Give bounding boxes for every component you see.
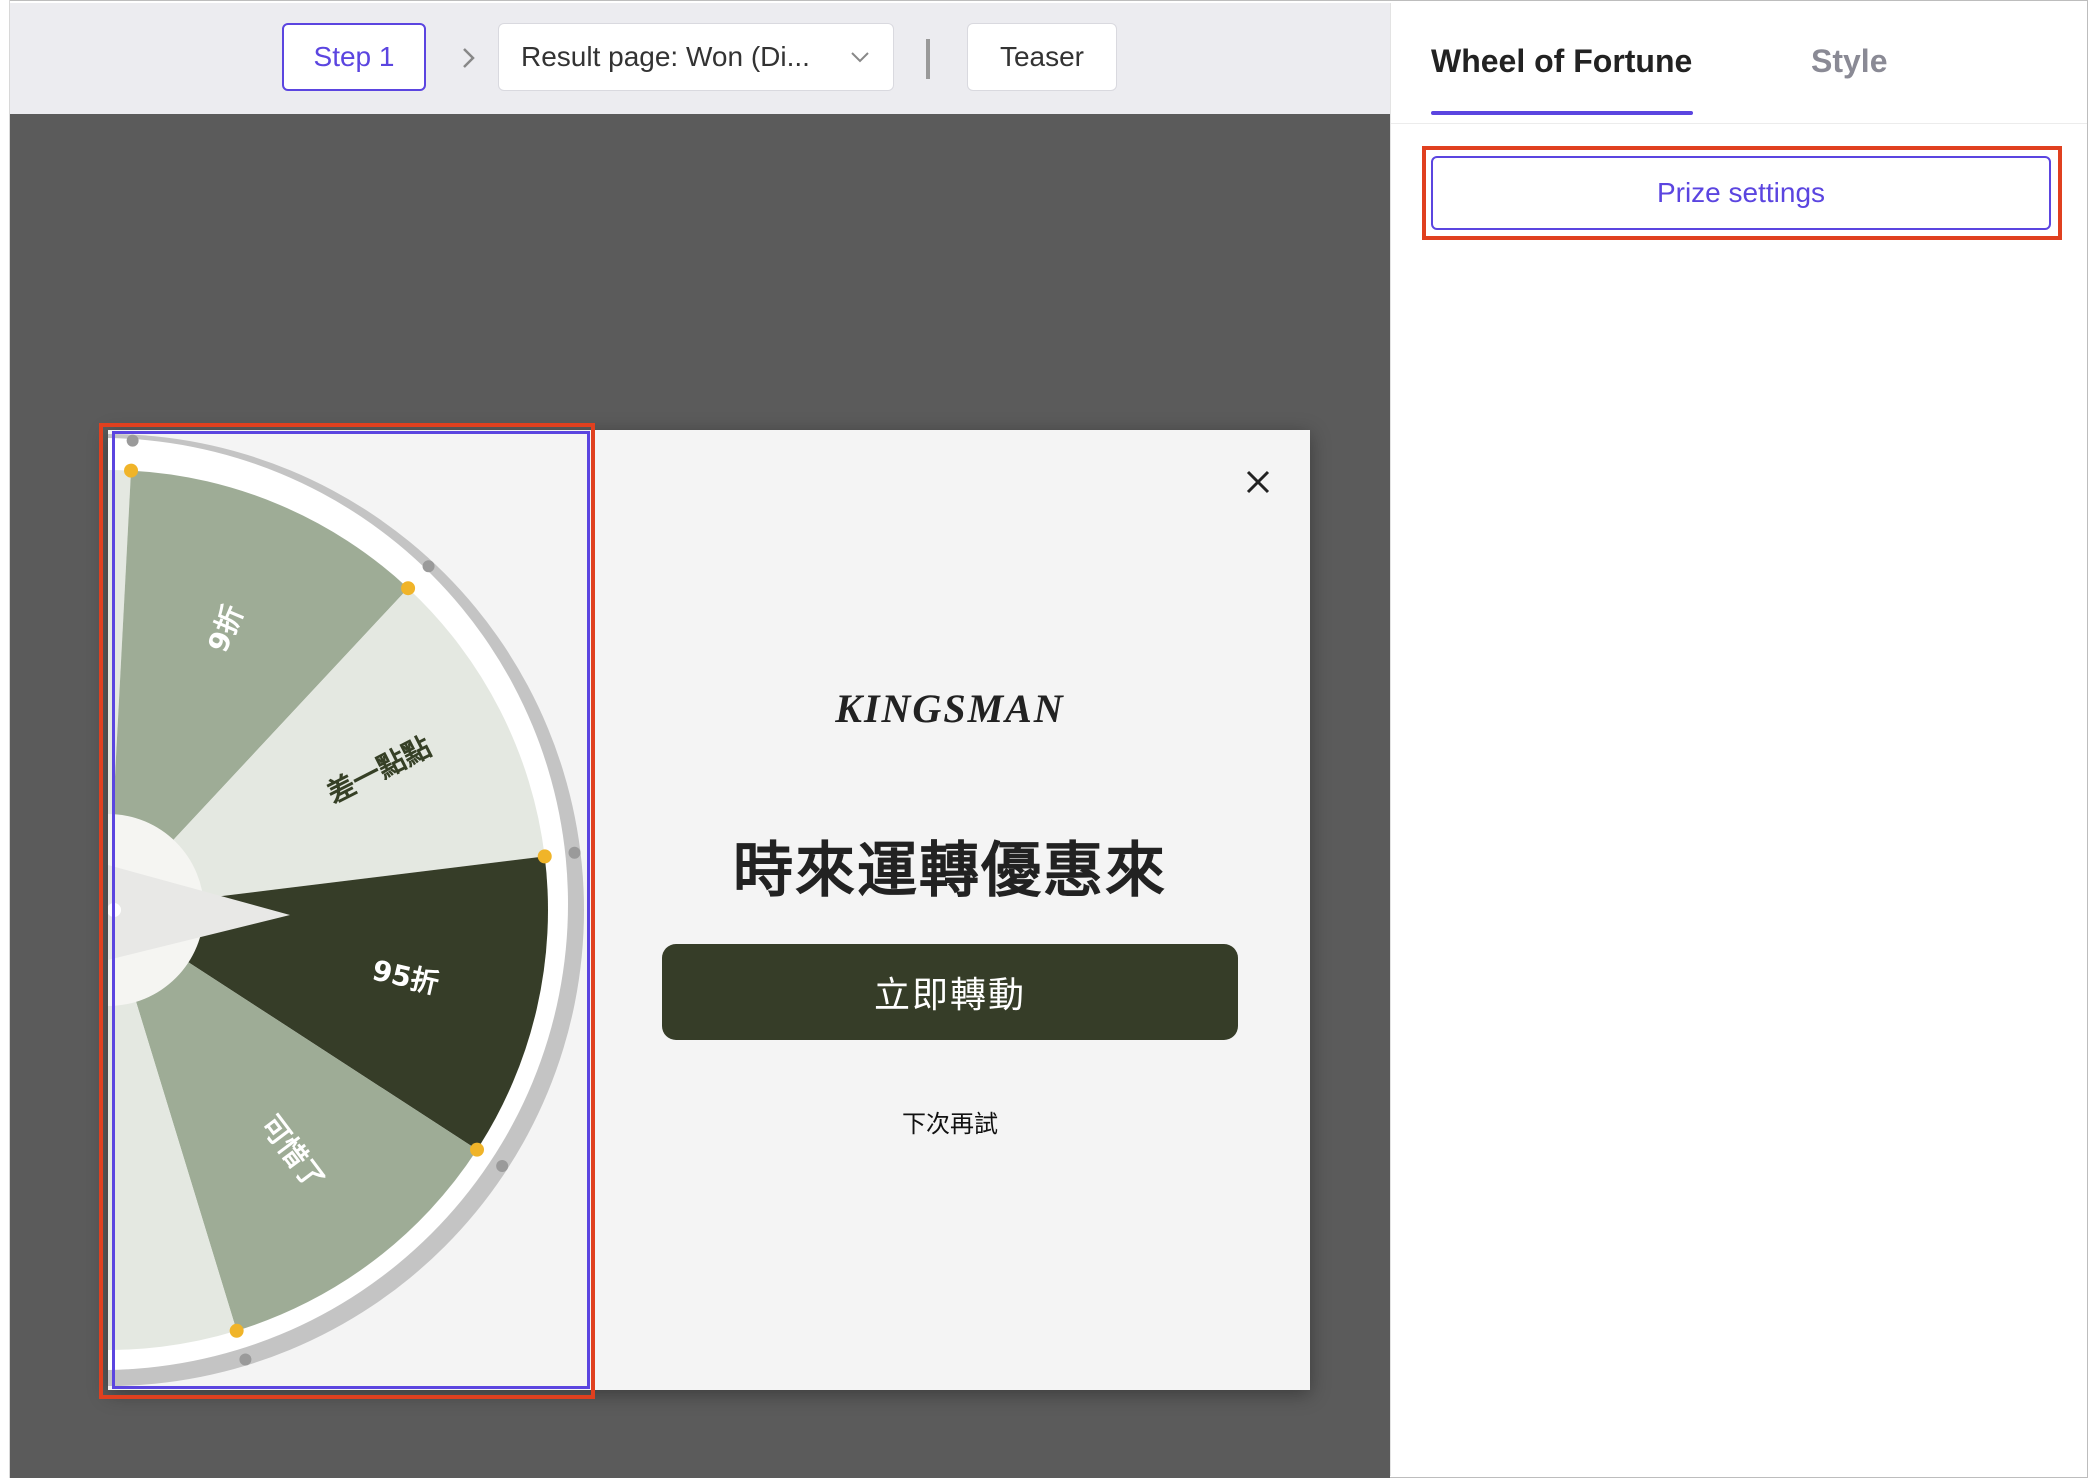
panel-tabs: Wheel of Fortune Style	[1391, 3, 2087, 124]
active-tab-indicator	[1431, 111, 1693, 115]
result-page-select[interactable]: Result page: Won (Di...	[498, 23, 894, 91]
try-again-link[interactable]: 下次再試	[590, 1104, 1310, 1139]
editor-toolbar: Step 1 Result page: Won (Di... Teaser	[10, 3, 1390, 114]
toolbar-divider	[926, 39, 930, 79]
wheel-peg-shadow	[126, 434, 139, 447]
settings-panel: Wheel of Fortune Style Prize settings	[1390, 3, 2087, 1476]
tab-wheel-of-fortune[interactable]: Wheel of Fortune	[1431, 43, 1692, 80]
wheel-peg	[401, 581, 416, 596]
prize-settings-button[interactable]: Prize settings	[1431, 156, 2051, 230]
wheel-graphic: 9折差一點點95折可惜了9折	[108, 434, 584, 1386]
preview-canvas: 9折 差一點點 95折 可惜了 9折 KINGSMAN 時來運轉優惠來 立即轉動 下次再…	[10, 114, 1390, 1478]
tab-style[interactable]: Style	[1811, 43, 1887, 80]
wheel-peg	[470, 1142, 485, 1157]
chevron-right-icon	[463, 48, 475, 68]
left-edge	[0, 0, 10, 1478]
wheel-peg	[229, 1323, 244, 1338]
popup-headline: 時來運轉優惠來	[733, 837, 1167, 904]
wheel-of-fortune: 9折 差一點點 95折 可惜了 9折	[108, 430, 590, 1390]
wheel-peg	[124, 463, 139, 478]
chevron-down-icon	[851, 52, 869, 63]
teaser-button[interactable]: Teaser	[967, 23, 1117, 91]
wheel-peg-shadow	[568, 846, 581, 859]
wheel-peg-shadow	[239, 1353, 252, 1366]
close-icon[interactable]	[1242, 466, 1274, 498]
wheel-popup: 9折 差一點點 95折 可惜了 9折 KINGSMAN 時來運轉優惠來 立即轉動 下次再…	[108, 430, 1310, 1390]
spin-now-button[interactable]: 立即轉動	[662, 944, 1238, 1040]
step-button[interactable]: Step 1	[282, 23, 426, 91]
brand-logo: KINGSMAN	[835, 686, 1065, 731]
wheel-peg-shadow	[422, 560, 435, 573]
wheel-peg-shadow	[496, 1159, 509, 1172]
wheel-peg	[537, 849, 552, 864]
result-page-select-value: Result page: Won (Di...	[521, 41, 810, 72]
